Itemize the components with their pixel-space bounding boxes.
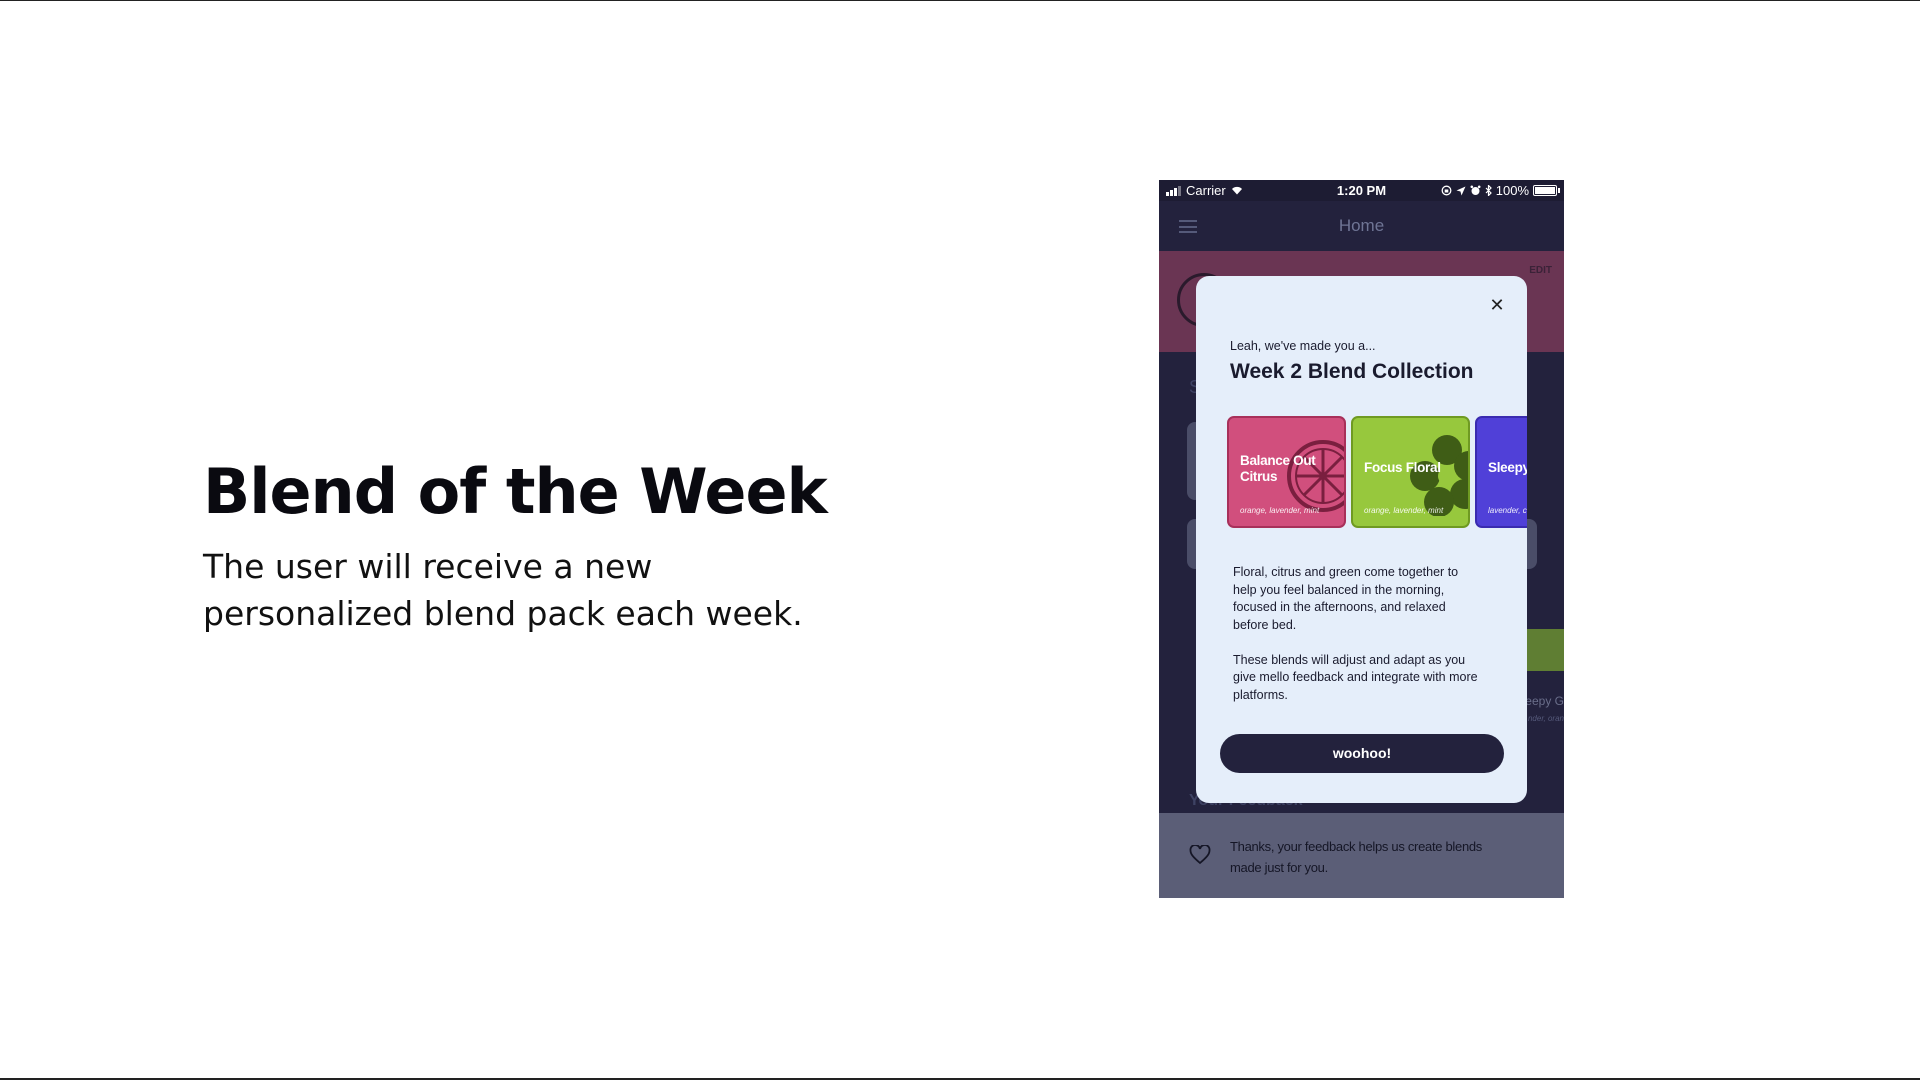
description-paragraph-1: Floral, citrus and green come together t… [1233, 565, 1459, 632]
heart-icon [1189, 845, 1211, 865]
blend-card[interactable]: Sleepy lavender, c [1475, 416, 1527, 528]
battery-icon [1533, 185, 1560, 196]
background-sleepy-label: eepy G [1525, 694, 1564, 708]
blend-card-ingredients: lavender, c [1488, 506, 1527, 515]
top-rule [0, 0, 1920, 1]
slide-title: Blend of the Week [203, 455, 828, 528]
modal-title: Week 2 Blend Collection [1230, 360, 1474, 383]
blend-card-name: Sleepy [1488, 460, 1527, 475]
blend-card-name: Focus Floral [1364, 460, 1441, 475]
blend-card[interactable]: Balance Out Citrus orange, lavender, min… [1227, 416, 1346, 528]
alarm-icon [1470, 185, 1481, 195]
blend-cards-carousel[interactable]: Balance Out Citrus orange, lavender, min… [1227, 416, 1527, 528]
blend-collection-modal: ✕ Leah, we've made you a... Week 2 Blend… [1196, 276, 1527, 803]
woohoo-button[interactable]: woohoo! [1220, 734, 1504, 773]
phone-screenshot: Carrier 1:20 PM 100% Home EDIT S eepy G … [1159, 180, 1564, 898]
edit-link[interactable]: EDIT [1529, 265, 1552, 276]
modal-eyebrow: Leah, we've made you a... [1230, 339, 1376, 353]
nav-bar: Home [1159, 201, 1564, 251]
description-paragraph-2: These blends will adjust and adapt as yo… [1233, 652, 1478, 702]
feedback-text: Thanks, your feedback helps us create bl… [1230, 839, 1483, 875]
background-sleepy-sub: nder, oran [1527, 714, 1564, 723]
blend-card-ingredients: orange, lavender, mint [1240, 506, 1320, 515]
modal-description: Floral, citrus and green come together t… [1233, 564, 1483, 704]
feedback-toast: Thanks, your feedback helps us create bl… [1159, 813, 1564, 898]
battery-percent: 100% [1495, 183, 1529, 198]
status-bar: Carrier 1:20 PM 100% [1159, 180, 1564, 201]
blend-card-name: Balance Out Citrus [1240, 453, 1316, 484]
bluetooth-icon [1485, 185, 1492, 196]
location-icon [1456, 186, 1466, 195]
slide-subtitle: The user will receive a new personalized… [203, 547, 803, 633]
blend-card[interactable]: Focus Floral orange, lavender, mint [1351, 416, 1470, 528]
nav-title: Home [1338, 216, 1385, 235]
close-icon[interactable]: ✕ [1486, 294, 1508, 316]
blend-card-ingredients: orange, lavender, mint [1364, 506, 1444, 515]
lock-rotation-icon [1441, 185, 1452, 196]
